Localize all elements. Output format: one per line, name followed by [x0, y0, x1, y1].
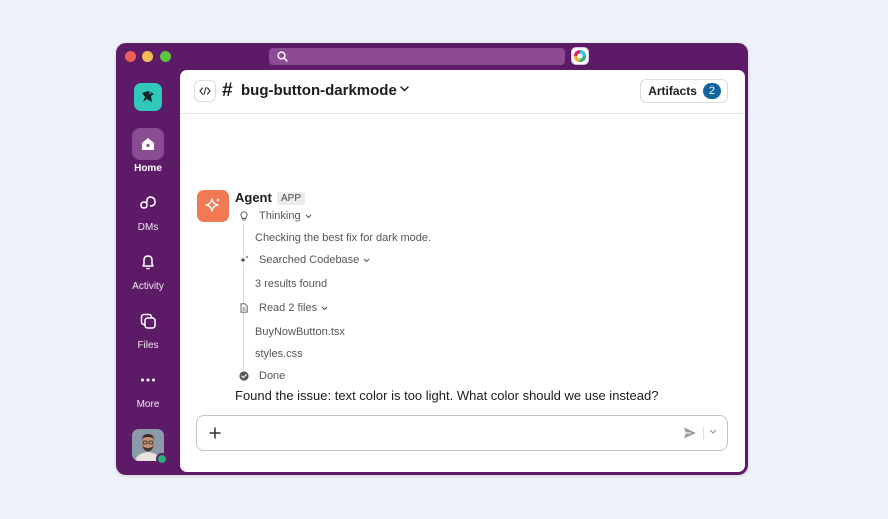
message-input[interactable] — [231, 422, 675, 446]
step-searched-codebase[interactable]: Searched Codebase — [239, 254, 370, 266]
steps-connector — [243, 224, 244, 370]
search-bar[interactable] — [269, 48, 565, 65]
sender-name[interactable]: Agent — [235, 190, 272, 205]
close-window-button[interactable] — [125, 51, 136, 62]
sidebar-item-label: More — [136, 399, 160, 410]
sidebar-item-label: Files — [137, 340, 159, 351]
app-window: Home DMs Activity Files More # bug-butto… — [116, 43, 748, 475]
sidebar-item-dms[interactable]: DMs — [116, 187, 180, 233]
chevron-down-icon — [321, 306, 328, 310]
presence-indicator — [156, 453, 168, 465]
channel-name[interactable]: bug-button-darkmode — [241, 82, 397, 99]
plus-icon[interactable] — [207, 425, 223, 441]
step-label: Thinking — [259, 210, 301, 222]
step-done: Done — [239, 370, 285, 382]
search-icon — [277, 51, 288, 62]
channel-view: # bug-button-darkmode Artifacts 2 Agent … — [180, 70, 745, 472]
sparkle-icon — [205, 198, 220, 212]
send-divider — [703, 426, 704, 440]
artifacts-label: Artifacts — [648, 84, 697, 98]
send-icon[interactable] — [683, 426, 697, 440]
sidebar: Home DMs Activity Files More — [116, 69, 180, 475]
step-detail: Checking the best fix for dark mode. — [255, 232, 432, 244]
step-detail: 3 results found — [255, 278, 328, 290]
sidebar-item-label: DMs — [137, 222, 159, 233]
chevron-down-icon — [363, 258, 370, 262]
ai-sparkle-icon — [574, 50, 586, 62]
step-thinking[interactable]: Thinking — [239, 210, 312, 222]
chevron-down-icon[interactable] — [400, 86, 409, 92]
zoom-window-button[interactable] — [160, 51, 171, 62]
app-badge: APP — [277, 192, 306, 205]
workspace-logo[interactable] — [134, 83, 162, 111]
artifacts-count-badge: 2 — [702, 83, 721, 99]
sparkle-search-icon — [240, 255, 249, 263]
bell-icon — [142, 255, 154, 270]
sidebar-item-activity[interactable]: Activity — [116, 246, 180, 292]
channel-header: # bug-button-darkmode Artifacts 2 — [180, 70, 745, 114]
title-bar — [116, 43, 748, 69]
agent-avatar[interactable] — [197, 190, 229, 222]
files-icon — [140, 313, 156, 329]
chevron-down-icon[interactable] — [709, 429, 717, 434]
message-composer[interactable] — [196, 415, 728, 451]
step-label: Searched Codebase — [259, 254, 360, 266]
artifacts-button[interactable]: Artifacts 2 — [640, 79, 728, 103]
code-icon — [199, 86, 211, 96]
canvas-code-button[interactable] — [194, 80, 216, 102]
file-name[interactable]: BuyNowButton.tsx — [255, 326, 345, 338]
dms-icon — [140, 196, 156, 209]
sidebar-item-label: Activity — [132, 281, 164, 292]
message-text: Found the issue: text color is too light… — [235, 388, 659, 403]
sidebar-item-more[interactable]: More — [116, 364, 180, 410]
check-circle-icon — [239, 371, 249, 381]
step-read-files[interactable]: Read 2 files — [239, 302, 328, 314]
step-label: Read 2 files — [259, 302, 318, 314]
file-icon — [240, 303, 248, 313]
ai-assistant-button[interactable] — [571, 47, 589, 65]
bird-logo-icon — [142, 91, 154, 102]
more-icon — [141, 378, 155, 382]
sidebar-item-files[interactable]: Files — [116, 305, 180, 351]
sidebar-item-home[interactable]: Home — [116, 128, 180, 174]
chevron-down-icon — [305, 214, 311, 218]
minimize-window-button[interactable] — [142, 51, 153, 62]
lightbulb-icon — [240, 211, 248, 221]
sidebar-item-label: Home — [134, 163, 162, 174]
home-icon — [142, 138, 154, 150]
channel-hash-icon: # — [222, 80, 233, 101]
step-label: Done — [259, 370, 286, 382]
file-name[interactable]: styles.css — [255, 348, 303, 360]
user-avatar[interactable] — [132, 429, 168, 465]
